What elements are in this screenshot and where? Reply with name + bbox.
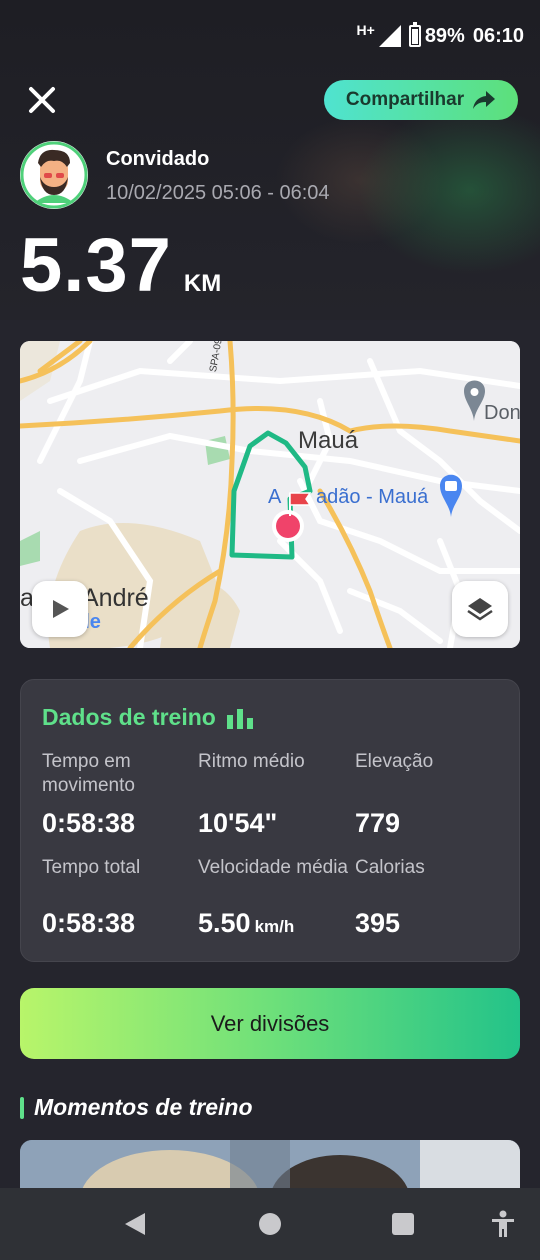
moving-time-value: 0:58:38 [42,808,136,838]
recents-icon [392,1213,414,1235]
route-map[interactable]: SPA-096/21 Mauá A adão - Mauá Don a Andr… [20,341,520,648]
avg-speed-value: 5.50 [198,908,251,938]
avatar [20,141,88,209]
share-button[interactable]: Compartilhar [324,80,518,120]
close-icon [29,87,55,113]
battery-icon [408,22,421,47]
stat-total-time: Tempo total 0:58:38 [42,856,192,939]
stats-title: Dados de treino [42,704,256,731]
activity-datetime: 10/02/2025 05:06 - 06:04 [106,182,330,204]
map-place-label-start: A [268,486,282,508]
back-icon [125,1213,145,1235]
user-name: Convidado [106,148,210,170]
moving-time-label: Tempo em movimento [42,751,135,796]
total-time-label: Tempo total [42,857,141,878]
avatar-illustration [20,141,88,209]
nav-accessibility-button[interactable] [489,1210,517,1238]
map-place-label: adão - Mauá [316,486,429,508]
stat-elevation: Elevação 779 [355,750,505,839]
replay-route-button[interactable] [32,581,88,637]
home-icon [259,1213,281,1235]
avg-pace-value: 10'54" [198,808,278,838]
clock: 06:10 [472,24,524,47]
map-layers-button[interactable] [452,581,508,637]
section-accent-bar [20,1096,24,1119]
calories-value: 395 [355,908,401,938]
nav-home-button[interactable] [256,1210,284,1238]
moments-title-text: Momentos de treino [34,1094,253,1120]
distance-unit: KM [183,270,222,297]
play-icon [53,600,69,618]
status-bar: H+ 89% 06:10 [0,0,540,72]
network-type: H+ [356,22,375,38]
system-navigation-bar [0,1188,540,1260]
total-time-value: 0:58:38 [42,908,136,938]
moments-section-title: Momentos de treino [20,1094,253,1121]
stat-avg-pace: Ritmo médio 10'54" [198,750,348,839]
distance-value: 5.37 [20,223,172,308]
stat-moving-time: Tempo em movimento 0:58:38 [42,750,192,839]
map-city-label: Mauá [298,427,359,454]
stat-calories: Calorias 395 [355,856,505,939]
map-area-label: André [82,584,149,612]
signal-icon [378,25,401,47]
map-poi-label: Don [484,402,520,424]
accessibility-icon [492,1210,514,1237]
elevation-value: 779 [355,808,401,838]
distance-display: 5.37 KM [20,222,221,309]
elevation-label: Elevação [355,751,434,772]
share-arrow-icon [473,91,496,109]
calories-label: Calorias [355,857,425,878]
view-splits-button[interactable]: Ver divisões [20,988,520,1059]
avg-speed-value-row: 5.50 km/h [198,908,348,939]
avg-pace-label: Ritmo médio [198,751,305,772]
layers-icon [467,598,493,621]
nav-recents-button[interactable] [389,1210,417,1238]
close-button[interactable] [24,82,60,118]
workout-stats-card: Dados de treino Tempo em movimento 0:58:… [20,679,520,962]
stat-avg-speed: Velocidade média 5.50 km/h [198,856,348,939]
stats-title-text: Dados de treino [42,704,216,730]
share-button-label: Compartilhar [345,89,465,110]
nav-back-button[interactable] [121,1210,149,1238]
avg-speed-label: Velocidade média [198,857,348,878]
bar-chart-icon [226,708,253,729]
battery-level: 89% [424,24,465,47]
avg-speed-unit: km/h [254,917,295,936]
